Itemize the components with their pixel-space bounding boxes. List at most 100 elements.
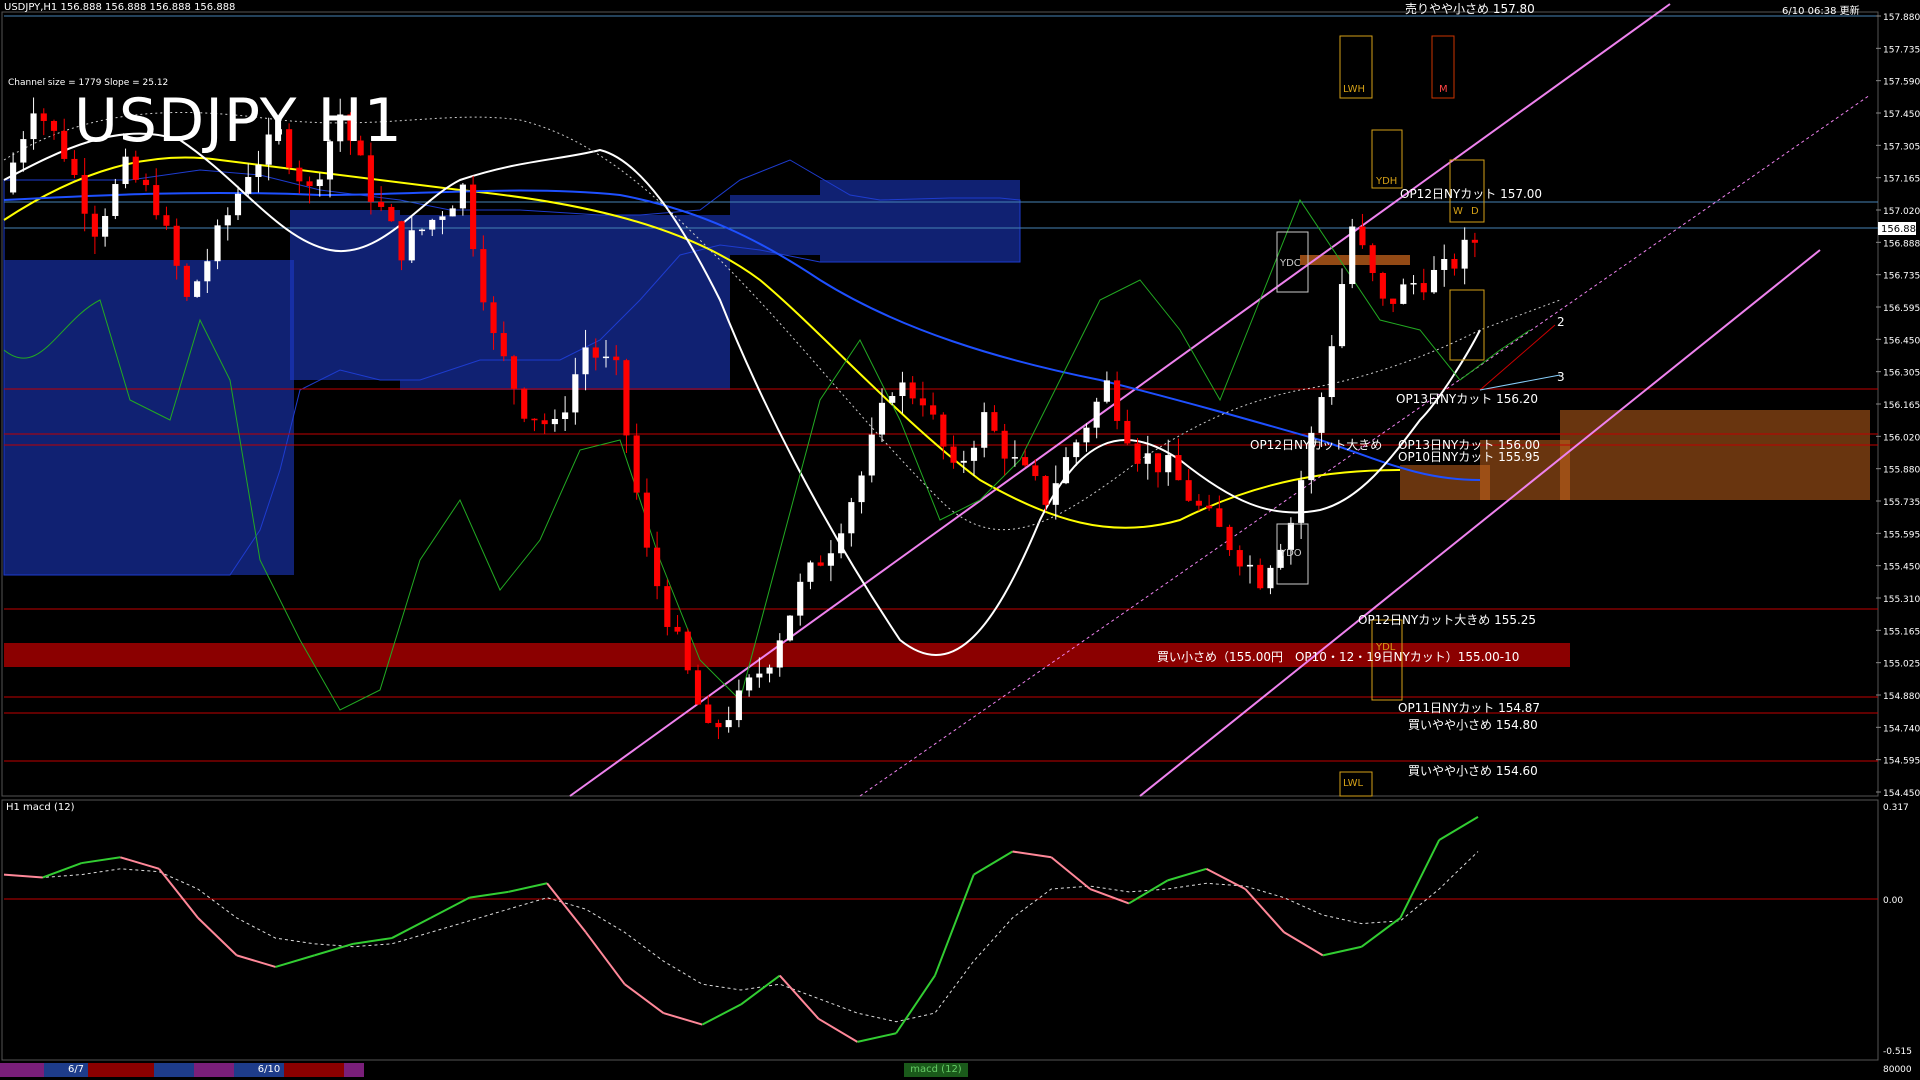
candle-body	[960, 460, 967, 463]
candle-body	[459, 184, 466, 209]
candle-body	[541, 420, 548, 425]
candle-body	[848, 502, 855, 534]
candle-body	[838, 533, 845, 554]
label-ydh: YDH	[1376, 176, 1398, 187]
candle-body	[510, 356, 518, 389]
label-w: W	[1453, 206, 1463, 217]
candle-body	[715, 722, 722, 728]
candle-body	[684, 631, 691, 671]
candle-body	[562, 412, 569, 419]
candle-body	[919, 398, 926, 406]
candle-body	[1165, 455, 1172, 473]
candle-body	[909, 382, 916, 399]
tab-6-7[interactable]: 6/7	[64, 1063, 88, 1077]
price-tick-label: 156.165	[1883, 401, 1920, 411]
candle-body	[930, 405, 937, 415]
label-buy-band: 買い小さめ（155.00円 OP10・12・19日NYカット）155.00-10	[1157, 650, 1520, 664]
label-m: M	[1439, 84, 1448, 95]
candle-body	[122, 156, 129, 185]
candle-body	[153, 185, 160, 216]
candle-body	[981, 412, 988, 448]
price-tick-label: 154.450	[1883, 789, 1920, 799]
candle-body	[378, 201, 385, 207]
candle-body	[204, 261, 211, 282]
candle-body	[91, 213, 98, 237]
candle-body	[1430, 269, 1438, 293]
chart-canvas: 157.880 157.735 157.590 157.450 157.305 157.1…	[0, 0, 1920, 1080]
candle-body	[1062, 457, 1070, 484]
wave-label-3: 3	[1557, 370, 1565, 384]
candle-body	[367, 155, 374, 202]
candle-body	[521, 388, 528, 419]
candle-body	[429, 219, 436, 230]
candle-body	[1410, 283, 1417, 285]
candle-body	[10, 162, 17, 193]
price-tick-label: 155.450	[1883, 563, 1920, 573]
candle-body	[1328, 346, 1335, 398]
candle-body	[1236, 550, 1243, 567]
candle-body	[234, 193, 242, 216]
candle-body	[1052, 483, 1059, 505]
price-tick-label: 157.735	[1883, 45, 1920, 55]
wave-label-2: 2	[1557, 315, 1565, 329]
candle-body	[868, 434, 875, 476]
candle-body	[316, 179, 323, 187]
label-lwh: LWH	[1343, 84, 1366, 95]
price-tick-label: 155.735	[1883, 498, 1920, 508]
candle-body	[418, 229, 426, 232]
candle-body	[500, 333, 507, 357]
macd-axis-zero: 0.00	[1883, 896, 1903, 906]
price-tick-label: 155.595	[1883, 530, 1920, 540]
price-tick-label: 154.740	[1883, 724, 1920, 734]
candle-body	[40, 113, 47, 121]
candle-body	[142, 179, 150, 186]
candle-body	[551, 418, 558, 425]
candle-body	[1083, 427, 1090, 443]
price-tick-label: 156.888	[1883, 239, 1920, 249]
candle-body	[1349, 226, 1356, 285]
macd-axis-footer: 80000	[1883, 1065, 1912, 1075]
candle-body	[470, 184, 477, 250]
price-tick-label: 156.735	[1883, 272, 1920, 282]
price-tick-label: 155.165	[1883, 627, 1920, 637]
candle-body	[807, 562, 814, 582]
candle-body	[1267, 567, 1274, 589]
candle-body	[613, 356, 620, 361]
candle-body	[1338, 284, 1346, 347]
candle-body	[163, 215, 170, 226]
price-tick-label: 155.025	[1883, 660, 1920, 670]
candle-body	[449, 208, 456, 217]
price-tick-label: 157.165	[1883, 175, 1920, 185]
candle-body	[899, 382, 906, 397]
candle-body	[940, 414, 947, 447]
candle-body	[296, 167, 303, 182]
candle-body	[20, 139, 27, 163]
candle-body	[950, 446, 957, 463]
candle-body	[694, 670, 702, 705]
candle-body	[398, 221, 405, 261]
candle-body	[1195, 500, 1202, 506]
candle-body	[1318, 397, 1325, 433]
price-tick-label: 156.305	[1883, 369, 1920, 379]
big-title: USDJPY H1	[74, 86, 403, 156]
label-op12-big-1552: OP12日NYカット大きめ 155.25	[1358, 613, 1537, 627]
candle-body	[970, 447, 978, 461]
candle-body	[1124, 420, 1131, 444]
candle-body	[817, 562, 824, 566]
candle-body	[664, 586, 671, 627]
candle-body	[214, 225, 221, 262]
tab-6-10[interactable]: 6/10	[254, 1063, 284, 1077]
current-price-marker: 156.888	[1878, 222, 1920, 235]
candle-body	[388, 206, 395, 222]
price-tick-label: 156.020	[1883, 433, 1920, 443]
candle-body	[889, 396, 896, 403]
candle-body	[102, 215, 109, 237]
candle-body	[1042, 476, 1049, 505]
label-d: D	[1471, 206, 1479, 217]
candle-body	[602, 356, 610, 359]
candle-body	[674, 626, 681, 632]
status-macd: macd (12)	[904, 1063, 968, 1077]
candle-body	[306, 181, 313, 187]
candle-body	[878, 402, 886, 435]
candle-body	[592, 347, 599, 358]
